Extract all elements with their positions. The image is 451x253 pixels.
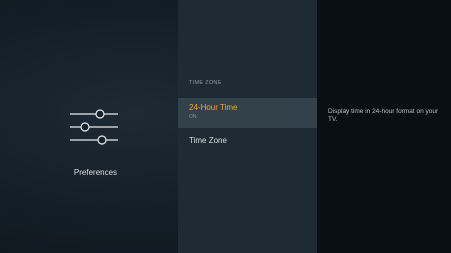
section-header: TIME ZONE	[189, 80, 222, 86]
settings-screen: Preferences TIME ZONE 24-Hour Time ON Ti…	[0, 0, 451, 253]
menu-item-time-zone[interactable]: Time Zone	[178, 130, 317, 152]
detail-pane: Display time in 24-hour format on your T…	[317, 0, 451, 253]
setting-description: Display time in 24-hour format on your T…	[328, 108, 439, 123]
menu-item-24-hour-time[interactable]: 24-Hour Time ON	[178, 98, 317, 128]
menu-item-value: ON	[189, 114, 197, 120]
menu-item-title: 24-Hour Time	[189, 103, 238, 112]
settings-menu: TIME ZONE 24-Hour Time ON Time Zone	[178, 0, 317, 253]
menu-item-title: Time Zone	[189, 136, 227, 145]
category-label: Preferences	[73, 168, 118, 177]
sliders-icon	[70, 109, 118, 145]
category-pane: Preferences	[0, 0, 178, 253]
